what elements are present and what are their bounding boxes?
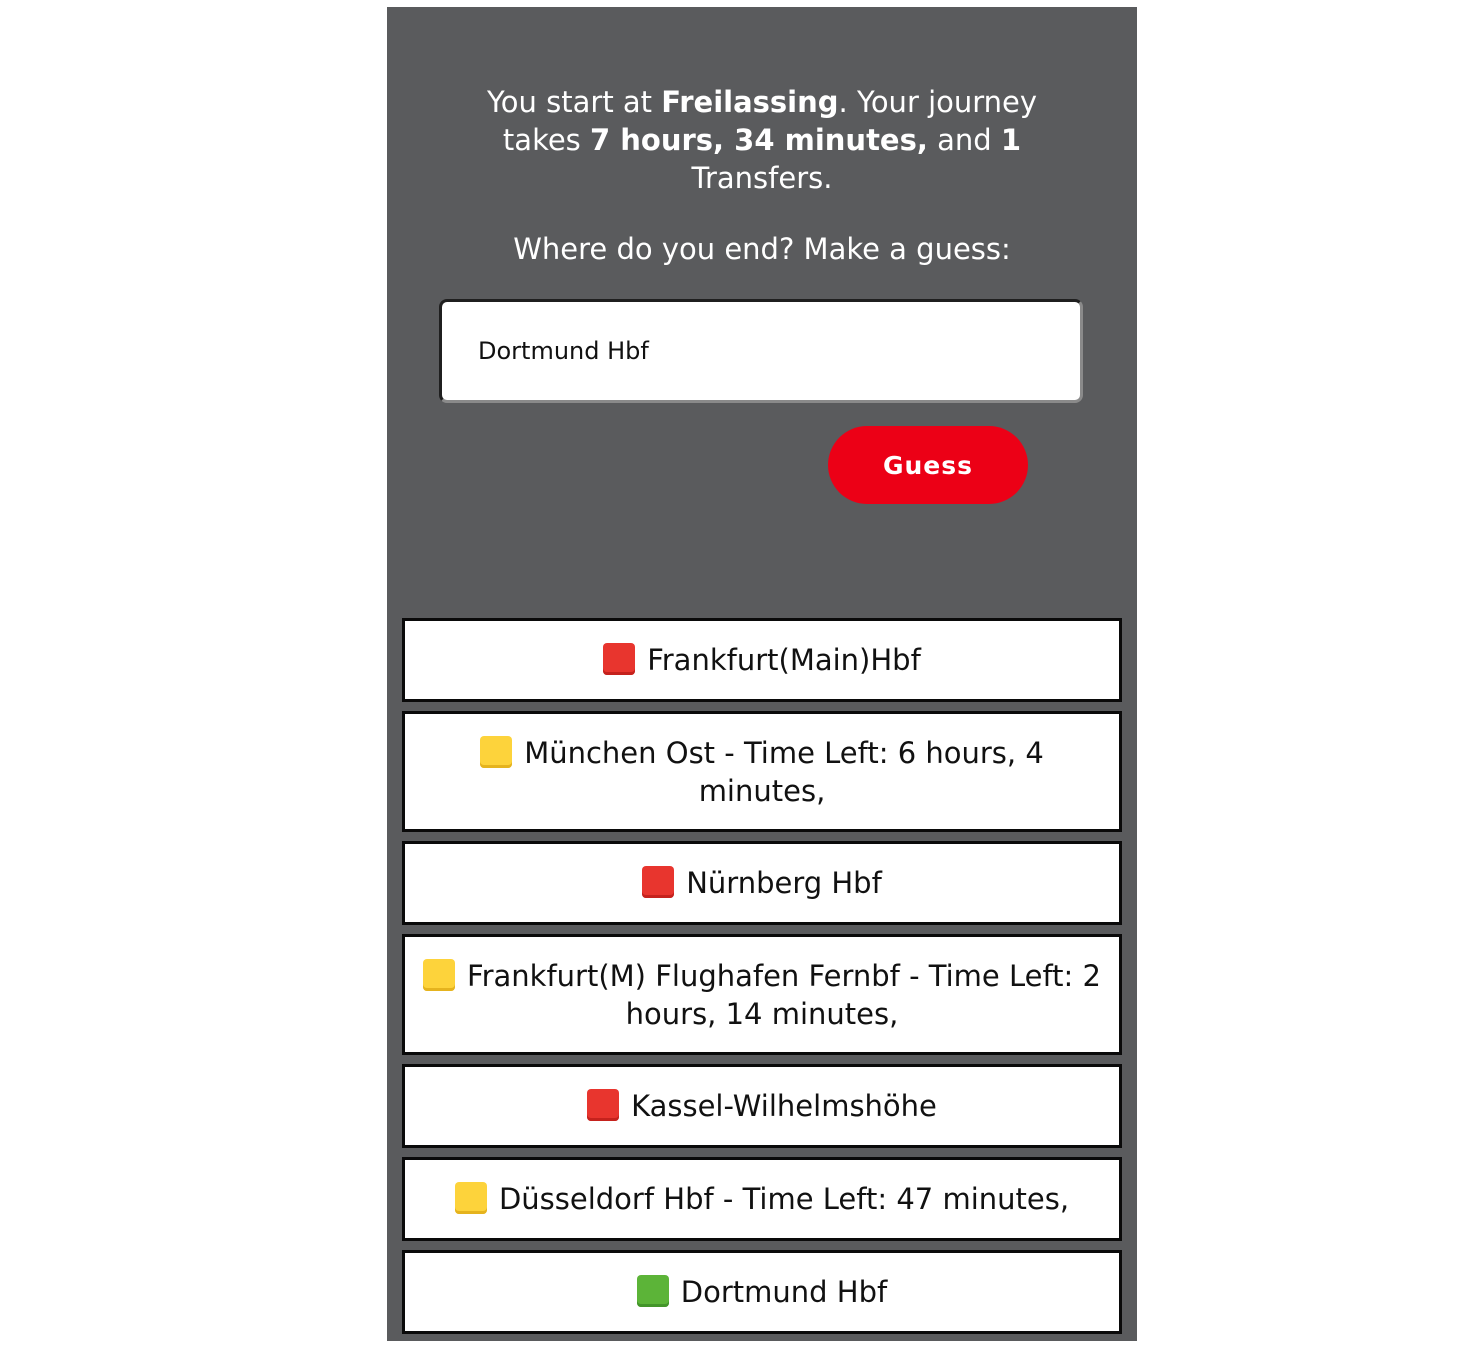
guess-result-text: Düsseldorf Hbf - Time Left: 47 minutes, <box>498 1182 1070 1216</box>
yellow-square-icon <box>480 735 513 768</box>
journey-duration: 7 hours, 34 minutes, <box>590 123 928 157</box>
intro-suffix: Transfers. <box>691 161 833 195</box>
guess-result-text: München Ost - Time Left: 6 hours, 4 minu… <box>524 735 1044 808</box>
guess-result-row: Nürnberg Hbf <box>402 841 1122 925</box>
game-panel: You start at Freilassing. Your journey t… <box>387 7 1137 1341</box>
guess-input[interactable] <box>439 299 1083 403</box>
green-square-icon <box>636 1275 669 1307</box>
guess-results-list: Frankfurt(Main)Hbf München Ost - Time Le… <box>402 618 1122 1343</box>
guess-prompt: Where do you end? Make a guess: <box>513 232 1011 266</box>
guess-result-row: Frankfurt(M) Flughafen Fernbf - Time Lef… <box>402 934 1122 1055</box>
guess-result-text: Kassel-Wilhelmshöhe <box>631 1089 937 1123</box>
guess-result-text: Frankfurt(M) Flughafen Fernbf - Time Lef… <box>467 958 1101 1031</box>
guess-result-text: Nürnberg Hbf <box>686 866 882 900</box>
guess-result-row: München Ost - Time Left: 6 hours, 4 minu… <box>402 711 1122 832</box>
journey-intro: You start at Freilassing. Your journey t… <box>457 83 1067 197</box>
guess-button[interactable]: Guess <box>828 426 1028 504</box>
guess-result-row: Frankfurt(Main)Hbf <box>402 618 1122 702</box>
guess-result-text: Frankfurt(Main)Hbf <box>647 643 921 677</box>
guess-result-row: Dortmund Hbf <box>402 1250 1122 1334</box>
yellow-square-icon <box>454 1182 487 1214</box>
red-square-icon <box>587 1089 620 1121</box>
transfers-count: 1 <box>1000 123 1022 157</box>
intro-and: and <box>927 123 1001 157</box>
guess-result-row: Kassel-Wilhelmshöhe <box>402 1064 1122 1148</box>
guess-result-row: Düsseldorf Hbf - Time Left: 47 minutes, <box>402 1157 1122 1241</box>
guess-result-text: Dortmund Hbf <box>680 1275 888 1309</box>
yellow-square-icon <box>423 958 456 991</box>
start-station: Freilassing <box>661 85 839 119</box>
intro-prefix: You start at <box>486 85 662 119</box>
red-square-icon <box>642 866 675 898</box>
red-square-icon <box>603 643 636 675</box>
